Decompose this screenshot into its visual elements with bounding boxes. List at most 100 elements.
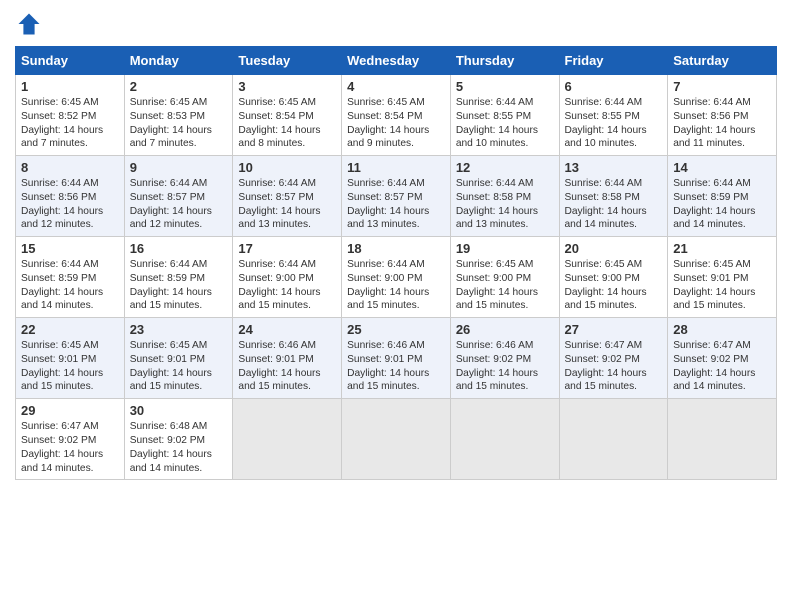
cell-content: Sunrise: 6:44 AMSunset: 8:58 PMDaylight:…: [456, 177, 554, 232]
day-number: 28: [673, 322, 771, 337]
calendar-table: SundayMondayTuesdayWednesdayThursdayFrid…: [15, 46, 777, 480]
calendar-cell: 21Sunrise: 6:45 AMSunset: 9:01 PMDayligh…: [668, 237, 777, 318]
day-number: 22: [21, 322, 119, 337]
cell-content: Sunrise: 6:48 AMSunset: 9:02 PMDaylight:…: [130, 420, 228, 475]
day-number: 25: [347, 322, 445, 337]
calendar-cell: 18Sunrise: 6:44 AMSunset: 9:00 PMDayligh…: [342, 237, 451, 318]
calendar-cell: [450, 399, 559, 480]
day-of-week-header: Sunday: [16, 47, 125, 75]
day-number: 19: [456, 241, 554, 256]
calendar-header-row: SundayMondayTuesdayWednesdayThursdayFrid…: [16, 47, 777, 75]
cell-content: Sunrise: 6:45 AMSunset: 8:54 PMDaylight:…: [238, 96, 336, 151]
day-of-week-header: Monday: [124, 47, 233, 75]
calendar-cell: 29 Sunrise: 6:47 AMSunset: 9:02 PMDayligh…: [16, 399, 125, 480]
page-header: [15, 10, 777, 38]
calendar-cell: [668, 399, 777, 480]
day-of-week-header: Tuesday: [233, 47, 342, 75]
day-number: 16: [130, 241, 228, 256]
cell-content: Sunrise: 6:45 AMSunset: 9:00 PMDaylight:…: [456, 258, 554, 313]
calendar-cell: 7 Sunrise: 6:44 AMSunset: 8:56 PMDaylight…: [668, 75, 777, 156]
cell-content: Sunrise: 6:44 AMSunset: 8:56 PMDaylight:…: [21, 177, 119, 232]
calendar-week-row: 1Sunrise: 6:45 AMSunset: 8:52 PMDaylight…: [16, 75, 777, 156]
calendar-cell: 17Sunrise: 6:44 AMSunset: 9:00 PMDayligh…: [233, 237, 342, 318]
calendar-cell: 9 Sunrise: 6:44 AMSunset: 8:57 PMDaylight…: [124, 156, 233, 237]
calendar-cell: 14 Sunrise: 6:44 AMSunset: 8:59 PMDayligh…: [668, 156, 777, 237]
calendar-cell: [342, 399, 451, 480]
calendar-cell: 24 Sunrise: 6:46 AMSunset: 9:01 PMDayligh…: [233, 318, 342, 399]
logo-icon: [15, 10, 43, 38]
cell-content: Sunrise: 6:46 AMSunset: 9:02 PMDaylight:…: [456, 339, 554, 394]
calendar-cell: 26 Sunrise: 6:46 AMSunset: 9:02 PMDayligh…: [450, 318, 559, 399]
day-number: 13: [565, 160, 663, 175]
calendar-cell: 16 Sunrise: 6:44 AMSunset: 8:59 PMDayligh…: [124, 237, 233, 318]
calendar-cell: 15 Sunrise: 6:44 AMSunset: 8:59 PMDayligh…: [16, 237, 125, 318]
day-number: 24: [238, 322, 336, 337]
cell-content: Sunrise: 6:44 AMSunset: 8:58 PMDaylight:…: [565, 177, 663, 232]
day-number: 20: [565, 241, 663, 256]
calendar-cell: 6 Sunrise: 6:44 AMSunset: 8:55 PMDaylight…: [559, 75, 668, 156]
calendar-cell: 28 Sunrise: 6:47 AMSunset: 9:02 PMDayligh…: [668, 318, 777, 399]
cell-content: Sunrise: 6:44 AMSunset: 8:55 PMDaylight:…: [565, 96, 663, 151]
cell-content: Sunrise: 6:45 AMSunset: 9:01 PMDaylight:…: [130, 339, 228, 394]
calendar-cell: 23Sunrise: 6:45 AMSunset: 9:01 PMDayligh…: [124, 318, 233, 399]
calendar-week-row: 29 Sunrise: 6:47 AMSunset: 9:02 PMDayligh…: [16, 399, 777, 480]
cell-content: Sunrise: 6:46 AMSunset: 9:01 PMDaylight:…: [347, 339, 445, 394]
day-number: 8: [21, 160, 119, 175]
calendar-cell: 11Sunrise: 6:44 AMSunset: 8:57 PMDayligh…: [342, 156, 451, 237]
day-number: 15: [21, 241, 119, 256]
cell-content: Sunrise: 6:44 AMSunset: 8:57 PMDaylight:…: [238, 177, 336, 232]
day-number: 30: [130, 403, 228, 418]
cell-content: Sunrise: 6:45 AMSunset: 8:54 PMDaylight:…: [347, 96, 445, 151]
cell-content: Sunrise: 6:47 AMSunset: 9:02 PMDaylight:…: [673, 339, 771, 394]
calendar-cell: 27 Sunrise: 6:47 AMSunset: 9:02 PMDayligh…: [559, 318, 668, 399]
calendar-cell: [559, 399, 668, 480]
day-number: 29: [21, 403, 119, 418]
cell-content: Sunrise: 6:44 AMSunset: 8:59 PMDaylight:…: [130, 258, 228, 313]
day-number: 2: [130, 79, 228, 94]
day-number: 5: [456, 79, 554, 94]
day-number: 9: [130, 160, 228, 175]
day-number: 27: [565, 322, 663, 337]
calendar-cell: 8 Sunrise: 6:44 AMSunset: 8:56 PMDaylight…: [16, 156, 125, 237]
calendar-cell: 30 Sunrise: 6:48 AMSunset: 9:02 PMDayligh…: [124, 399, 233, 480]
calendar-cell: 25 Sunrise: 6:46 AMSunset: 9:01 PMDayligh…: [342, 318, 451, 399]
cell-content: Sunrise: 6:44 AMSunset: 9:00 PMDaylight:…: [347, 258, 445, 313]
calendar-cell: 5 Sunrise: 6:44 AMSunset: 8:55 PMDaylight…: [450, 75, 559, 156]
cell-content: Sunrise: 6:44 AMSunset: 8:57 PMDaylight:…: [130, 177, 228, 232]
calendar-cell: 20 Sunrise: 6:45 AMSunset: 9:00 PMDayligh…: [559, 237, 668, 318]
day-number: 14: [673, 160, 771, 175]
calendar-cell: 2Sunrise: 6:45 AMSunset: 8:53 PMDaylight…: [124, 75, 233, 156]
cell-content: Sunrise: 6:46 AMSunset: 9:01 PMDaylight:…: [238, 339, 336, 394]
cell-content: Sunrise: 6:44 AMSunset: 8:55 PMDaylight:…: [456, 96, 554, 151]
cell-content: Sunrise: 6:47 AMSunset: 9:02 PMDaylight:…: [565, 339, 663, 394]
calendar-week-row: 22 Sunrise: 6:45 AMSunset: 9:01 PMDayligh…: [16, 318, 777, 399]
cell-content: Sunrise: 6:44 AMSunset: 8:56 PMDaylight:…: [673, 96, 771, 151]
day-number: 17: [238, 241, 336, 256]
calendar-cell: 3Sunrise: 6:45 AMSunset: 8:54 PMDaylight…: [233, 75, 342, 156]
logo: [15, 10, 47, 38]
calendar-cell: [233, 399, 342, 480]
day-number: 6: [565, 79, 663, 94]
day-number: 7: [673, 79, 771, 94]
cell-content: Sunrise: 6:47 AMSunset: 9:02 PMDaylight:…: [21, 420, 119, 475]
calendar-cell: 19 Sunrise: 6:45 AMSunset: 9:00 PMDayligh…: [450, 237, 559, 318]
day-of-week-header: Saturday: [668, 47, 777, 75]
day-of-week-header: Wednesday: [342, 47, 451, 75]
calendar-week-row: 8 Sunrise: 6:44 AMSunset: 8:56 PMDaylight…: [16, 156, 777, 237]
day-number: 11: [347, 160, 445, 175]
cell-content: Sunrise: 6:45 AMSunset: 9:01 PMDaylight:…: [21, 339, 119, 394]
day-number: 10: [238, 160, 336, 175]
day-number: 26: [456, 322, 554, 337]
cell-content: Sunrise: 6:45 AMSunset: 9:00 PMDaylight:…: [565, 258, 663, 313]
calendar-cell: 12Sunrise: 6:44 AMSunset: 8:58 PMDayligh…: [450, 156, 559, 237]
calendar-cell: 4 Sunrise: 6:45 AMSunset: 8:54 PMDaylight…: [342, 75, 451, 156]
calendar-cell: 1Sunrise: 6:45 AMSunset: 8:52 PMDaylight…: [16, 75, 125, 156]
calendar-cell: 10 Sunrise: 6:44 AMSunset: 8:57 PMDayligh…: [233, 156, 342, 237]
calendar-cell: 13 Sunrise: 6:44 AMSunset: 8:58 PMDayligh…: [559, 156, 668, 237]
day-of-week-header: Thursday: [450, 47, 559, 75]
cell-content: Sunrise: 6:44 AMSunset: 8:59 PMDaylight:…: [21, 258, 119, 313]
day-number: 21: [673, 241, 771, 256]
cell-content: Sunrise: 6:44 AMSunset: 8:59 PMDaylight:…: [673, 177, 771, 232]
day-number: 4: [347, 79, 445, 94]
day-number: 1: [21, 79, 119, 94]
